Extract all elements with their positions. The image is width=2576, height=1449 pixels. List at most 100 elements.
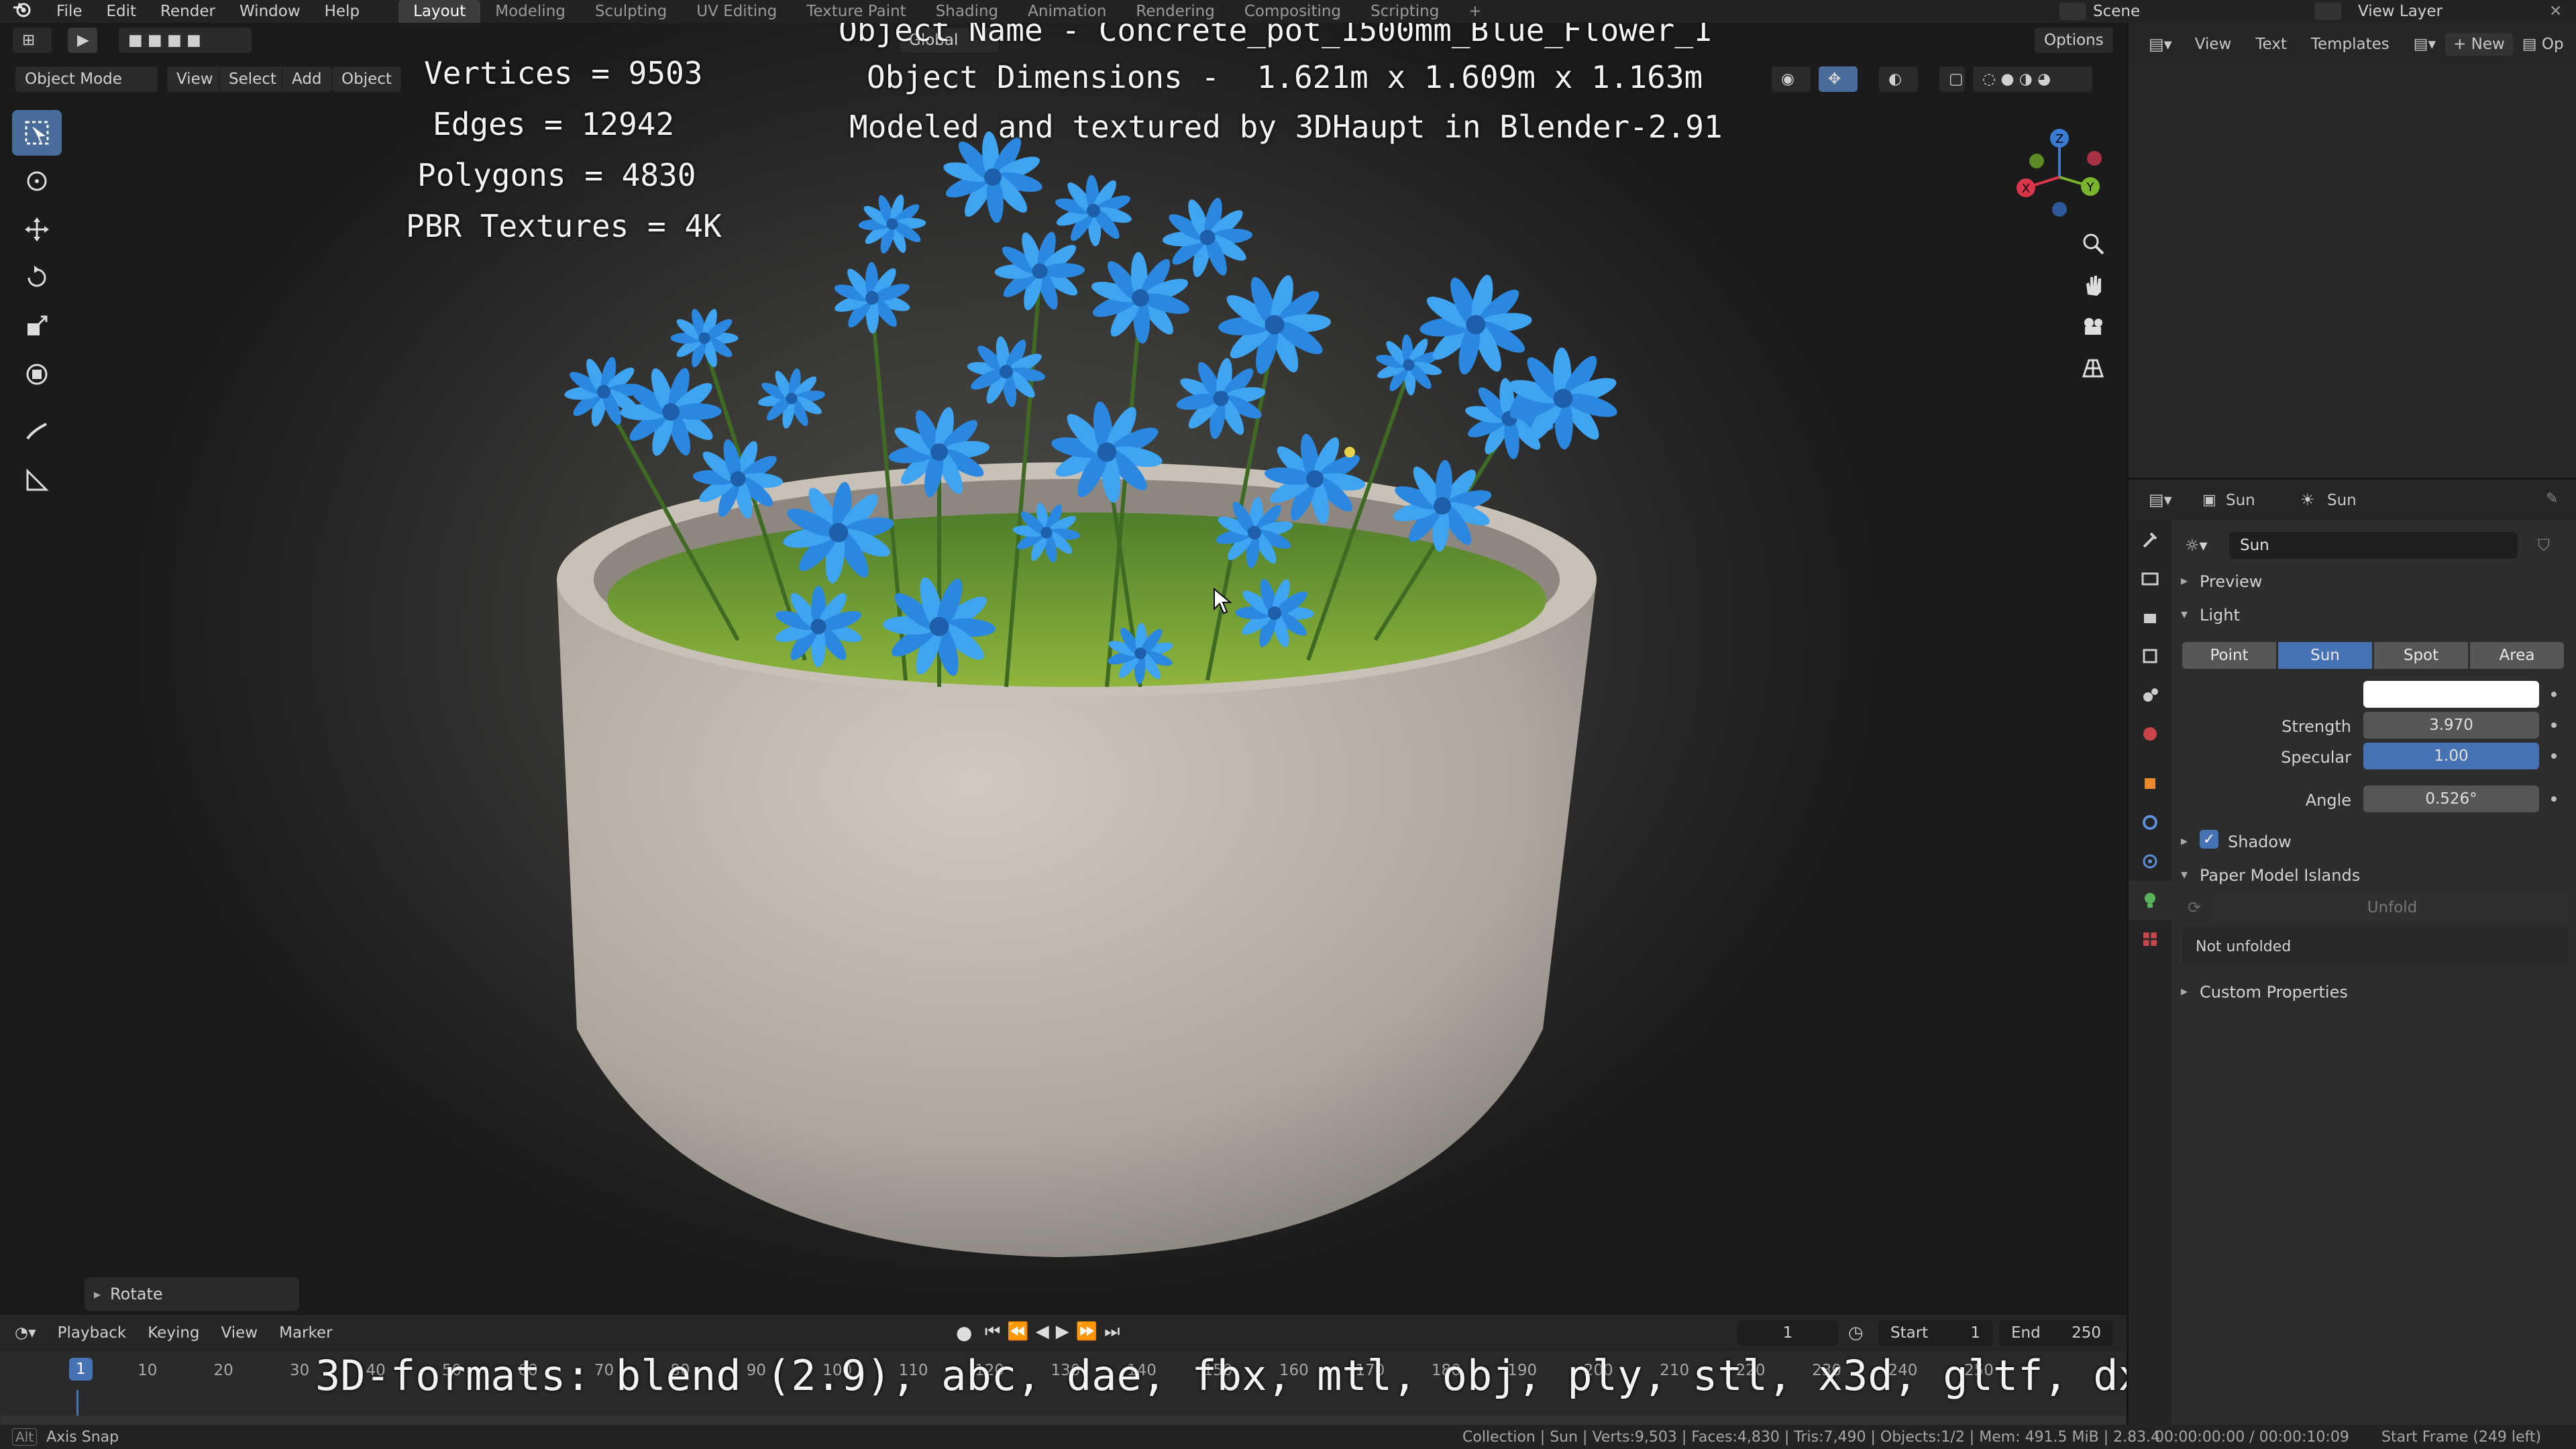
visibility-icon[interactable]: ◉: [1771, 66, 1811, 93]
viewport-menu-select[interactable]: Select: [219, 66, 286, 93]
text-browse-icon[interactable]: ▤▾: [2414, 36, 2436, 53]
3d-viewport[interactable]: ⊞ ▶ ■ ■ ■ ■ Object Mode View Select Add …: [0, 23, 2127, 1313]
workspace-tab-animation[interactable]: Animation: [1013, 0, 1121, 23]
cursor-tool-icon[interactable]: [12, 158, 62, 204]
paper-collapse-icon[interactable]: ▾: [2181, 866, 2188, 882]
timeline-menu-marker[interactable]: Marker: [268, 1324, 343, 1342]
zoom-icon[interactable]: [2070, 224, 2116, 263]
preview-panel-header[interactable]: Preview: [2200, 572, 2262, 591]
close-view-layer-icon[interactable]: ✕: [2549, 3, 2562, 20]
custom-props-collapse-icon[interactable]: ▸: [2181, 983, 2188, 999]
breadcrumb-object[interactable]: Sun: [2226, 492, 2255, 509]
timeline-menu-view[interactable]: View: [211, 1324, 269, 1342]
view-layer-tab-icon[interactable]: [2129, 637, 2171, 676]
workspace-tab-shading[interactable]: Shading: [921, 0, 1013, 23]
open-text-button[interactable]: ▤ Op: [2522, 36, 2564, 53]
angle-field[interactable]: 0.526°: [2363, 786, 2539, 812]
new-text-button[interactable]: + New: [2445, 33, 2513, 56]
menu-help[interactable]: Help: [313, 3, 372, 20]
pin-icon[interactable]: ✎: [2546, 490, 2558, 507]
start-frame-field[interactable]: Start 1: [1878, 1320, 1992, 1346]
specular-keyframe-dot[interactable]: [2551, 753, 2557, 759]
overlay-toggle-icon[interactable]: ◐: [1878, 66, 1919, 93]
shadow-panel-header[interactable]: Shadow: [2228, 833, 2292, 851]
view-layer-name[interactable]: View Layer: [2358, 3, 2443, 20]
specular-slider[interactable]: 1.00: [2363, 743, 2539, 769]
scene-selector-icon[interactable]: [2059, 3, 2086, 20]
end-frame-field[interactable]: End 250: [1999, 1320, 2113, 1346]
blender-logo-icon[interactable]: [0, 1, 44, 22]
last-operator-panel[interactable]: ▸ Rotate: [85, 1277, 299, 1311]
editor-type-icon[interactable]: ⊞: [12, 27, 52, 54]
rotate-tool-icon[interactable]: [12, 255, 62, 301]
text-editor-type-icon[interactable]: ▤▾: [2149, 35, 2172, 54]
object-mode-dropdown[interactable]: Object Mode: [15, 66, 158, 93]
text-menu-text[interactable]: Text: [2255, 36, 2287, 53]
shading-mode-buttons[interactable]: ◌ ● ◑ ◕: [1972, 66, 2093, 93]
text-menu-templates[interactable]: Templates: [2311, 36, 2390, 53]
text-menu-view[interactable]: View: [2195, 36, 2232, 53]
light-data-tab-icon[interactable]: [2129, 881, 2171, 920]
light-datablock-name[interactable]: Sun: [2229, 532, 2518, 559]
add-workspace-icon[interactable]: +: [1454, 0, 1496, 23]
fake-user-shield-icon[interactable]: ⛉: [2538, 536, 2550, 555]
render-tab-icon[interactable]: [2129, 559, 2171, 598]
select-box-tool-icon[interactable]: [12, 110, 62, 156]
camera-view-icon[interactable]: [2070, 307, 2116, 346]
timeline-scrollbar[interactable]: [0, 1415, 2127, 1425]
light-type-spot[interactable]: Spot: [2374, 642, 2468, 669]
scene-tab-icon[interactable]: [2129, 676, 2171, 714]
light-type-area[interactable]: Area: [2470, 642, 2564, 669]
workspace-tab-compositing[interactable]: Compositing: [1230, 0, 1356, 23]
select-tool-icon[interactable]: ▶: [67, 27, 98, 54]
workspace-tab-modeling[interactable]: Modeling: [480, 0, 580, 23]
clock-icon[interactable]: ◷: [1848, 1323, 1864, 1343]
measure-tool-icon[interactable]: [12, 458, 62, 503]
output-tab-icon[interactable]: [2129, 598, 2171, 637]
refresh-icon[interactable]: ⟳: [2188, 898, 2201, 917]
timeline-editor-type-icon[interactable]: ◔▾: [0, 1324, 47, 1342]
workspace-tab-rendering[interactable]: Rendering: [1121, 0, 1229, 23]
current-frame-field[interactable]: 1: [1737, 1320, 1838, 1346]
custom-properties-header[interactable]: Custom Properties: [2200, 983, 2348, 1002]
shadow-collapse-icon[interactable]: ▸: [2181, 833, 2188, 849]
view-layer-icon[interactable]: [2314, 3, 2341, 20]
light-collapse-icon[interactable]: ▾: [2181, 606, 2188, 622]
pan-hand-icon[interactable]: [2070, 266, 2116, 305]
workspace-tab-uv-editing[interactable]: UV Editing: [682, 0, 792, 23]
menu-edit[interactable]: Edit: [95, 3, 149, 20]
playback-controls[interactable]: ⏮⏪◀▶⏩⏭: [985, 1322, 1127, 1342]
scene-name[interactable]: Scene: [2093, 3, 2140, 20]
workspace-tab-sculpting[interactable]: Sculpting: [580, 0, 682, 23]
workspace-tab-layout[interactable]: Layout: [398, 0, 481, 23]
breadcrumb-data[interactable]: Sun: [2327, 492, 2357, 509]
viewport-menu-add[interactable]: Add: [282, 66, 332, 93]
preview-collapse-icon[interactable]: ▸: [2181, 572, 2188, 588]
angle-keyframe-dot[interactable]: [2551, 796, 2557, 802]
scale-tool-icon[interactable]: [12, 303, 62, 349]
gizmo-toggle-icon[interactable]: ✥: [1818, 66, 1858, 93]
workspace-tab-scripting[interactable]: Scripting: [1356, 0, 1454, 23]
orthographic-grid-icon[interactable]: [2070, 349, 2116, 388]
texture-tab-icon[interactable]: [2129, 920, 2171, 959]
color-keyframe-dot[interactable]: [2551, 692, 2557, 697]
light-type-icon[interactable]: ☼▾: [2185, 536, 2208, 555]
light-type-point[interactable]: Point: [2182, 642, 2276, 669]
viewport-menu-object[interactable]: Object: [331, 66, 402, 93]
tool-tab-icon[interactable]: [2129, 520, 2171, 559]
xray-toggle-icon[interactable]: ▢: [1939, 66, 1966, 93]
timeline-menu-keying[interactable]: Keying: [137, 1324, 210, 1342]
paper-model-panel-header[interactable]: Paper Model Islands: [2200, 866, 2360, 885]
physics-tab-icon[interactable]: [2129, 842, 2171, 881]
timeline-menu-playback[interactable]: Playback: [47, 1324, 138, 1342]
workspace-tab-texture-paint[interactable]: Texture Paint: [792, 0, 920, 23]
selection-mode-icons[interactable]: ■ ■ ■ ■: [118, 27, 252, 54]
properties-editor-type-icon[interactable]: ▤▾: [2149, 490, 2172, 509]
navigation-gizmo[interactable]: Z Y X: [2006, 117, 2113, 237]
menu-window[interactable]: Window: [227, 3, 313, 20]
light-type-sun[interactable]: Sun: [2278, 642, 2372, 669]
strength-keyframe-dot[interactable]: [2551, 722, 2557, 728]
menu-render[interactable]: Render: [148, 3, 227, 20]
options-dropdown[interactable]: Options: [2034, 27, 2114, 54]
shadow-checkbox[interactable]: ✓: [2200, 830, 2218, 849]
